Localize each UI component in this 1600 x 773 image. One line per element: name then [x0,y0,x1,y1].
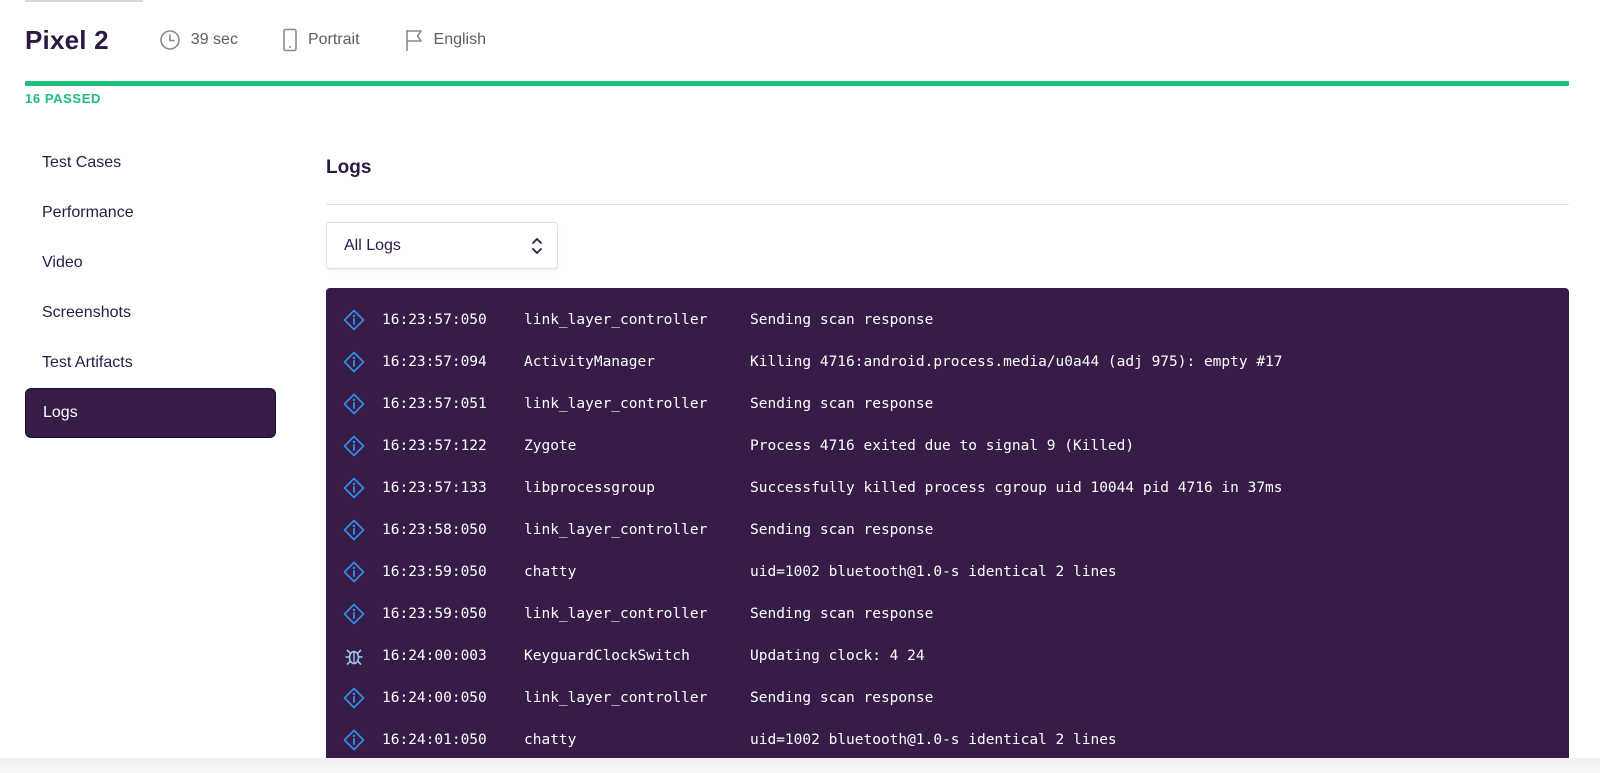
info-icon [343,603,365,625]
log-time: 16:23:57:051 [382,396,487,412]
log-msg: uid=1002 bluetooth@1.0-s identical 2 lin… [750,732,1117,748]
locale-value: English [433,31,486,48]
log-tag: Zygote [524,438,577,454]
log-tag: link_layer_controller [524,396,708,412]
info-icon [343,561,365,583]
log-row: 16:23:57:133 libprocessgroup Successfully … [326,467,1569,509]
log-row: 16:24:01:050 chatty uid=1002 bluetooth@1.0… [326,719,1569,761]
sidebar-item-test-cases[interactable]: Test Cases [25,138,276,188]
log-row: 16:23:58:050 link_layer_controller Sending… [326,509,1569,551]
phone-icon [283,28,297,52]
log-tag: chatty [524,564,577,580]
sidebar-item-label: Test Artifacts [42,354,133,371]
log-msg: Killing 4716:android.process.media/u0a44… [750,354,1283,370]
sidebar-item-video[interactable]: Video [25,238,276,288]
log-time: 16:23:57:133 [382,480,487,496]
info-icon [343,351,365,373]
info-icon [343,477,365,499]
log-row: 16:24:00:050 link_layer_controller Sending… [326,677,1569,719]
log-msg: uid=1002 bluetooth@1.0-s identical 2 lin… [750,564,1117,580]
log-tag: link_layer_controller [524,606,708,622]
clock-icon [159,30,180,50]
sidebar-item-logs[interactable]: Logs [25,388,276,438]
log-row: 16:23:57:122 Zygote Process 4716 exited du… [326,425,1569,467]
log-row: 16:23:57:094 ActivityManager Killing 4716:… [326,341,1569,383]
sidebar-item-label: Screenshots [42,304,131,321]
device-title: Pixel 2 [25,24,109,55]
log-list: 16:23:57:050 link_layer_controller Sending… [326,299,1569,773]
log-time: 16:24:00:003 [382,648,487,664]
info-icon [343,393,365,415]
log-msg: Updating clock: 4 24 [750,648,925,664]
log-row: 16:23:59:050 link_layer_controller Sending… [326,593,1569,635]
log-tag: link_layer_controller [524,690,708,706]
log-tag: chatty [524,732,577,748]
passed-count-label: 16 PASSED [25,91,101,106]
log-row: 16:24:00:003 KeyguardClockSwitch Updating … [326,635,1569,677]
log-msg: Sending scan response [750,396,934,412]
locale-meta: English [404,28,486,52]
sidebar-item-label: Logs [43,404,78,421]
log-time: 16:23:59:050 [382,564,487,580]
orientation-meta: Portrait [282,28,360,52]
device-header: Pixel 2 39 sec Portrait English [25,20,530,60]
log-viewer[interactable]: 16:23:57:050 link_layer_controller Sending… [326,288,1569,773]
section-title: Logs [326,157,372,178]
top-tab-indicator [25,0,143,2]
flag-icon [405,30,422,51]
info-icon [343,309,365,331]
log-msg: Successfully killed process cgroup uid 1… [750,480,1283,496]
log-time: 16:23:57:122 [382,438,487,454]
log-time: 16:23:59:050 [382,606,487,622]
logs-section: Logs All Logs 16:23:57:050 link_layer_con… [326,148,1569,773]
log-level-select[interactable]: All Logs [326,222,558,269]
log-msg: Sending scan response [750,522,934,538]
orientation-value: Portrait [307,31,360,48]
duration-value: 39 sec [190,31,238,48]
log-msg: Process 4716 exited due to signal 9 (Kil… [750,438,1135,454]
sidebar-item-test-artifacts[interactable]: Test Artifacts [25,338,276,388]
sidebar-item-label: Video [42,254,83,271]
log-msg: Sending scan response [750,606,934,622]
info-icon [343,687,365,709]
section-divider [326,204,1569,205]
log-row: 16:23:57:050 link_layer_controller Sending… [326,299,1569,341]
sidebar-item-screenshots[interactable]: Screenshots [25,288,276,338]
log-msg: Sending scan response [750,690,934,706]
window-bottom-edge [0,758,1600,773]
info-icon [343,729,365,751]
log-time: 16:23:57:050 [382,312,487,328]
sidebar-item-label: Performance [42,204,134,221]
info-icon [343,519,365,541]
log-time: 16:24:00:050 [382,690,487,706]
log-time: 16:23:58:050 [382,522,487,538]
chevron-updown-icon [532,237,542,254]
sidebar-item-label: Test Cases [42,154,122,171]
bug-icon [343,645,365,667]
log-level-selected: All Logs [344,236,401,254]
log-time: 16:24:01:050 [382,732,487,748]
log-tag: link_layer_controller [524,312,708,328]
sidebar-nav: Test Cases Performance Video Screenshots… [25,138,276,438]
log-row: 16:23:59:050 chatty uid=1002 bluetooth@1.0… [326,551,1569,593]
log-row: 16:23:57:051 link_layer_controller Sending… [326,383,1569,425]
pass-progress-bar [25,81,1569,86]
info-icon [343,435,365,457]
log-tag: libprocessgroup [524,480,655,496]
log-msg: Sending scan response [750,312,934,328]
log-tag: ActivityManager [524,354,655,370]
page: Pixel 2 39 sec Portrait English 16 PASSE… [0,0,1600,773]
duration-meta: 39 sec [159,29,238,51]
log-time: 16:23:57:094 [382,354,487,370]
log-tag: link_layer_controller [524,522,708,538]
log-tag: KeyguardClockSwitch [524,648,690,664]
sidebar-item-performance[interactable]: Performance [25,188,276,238]
